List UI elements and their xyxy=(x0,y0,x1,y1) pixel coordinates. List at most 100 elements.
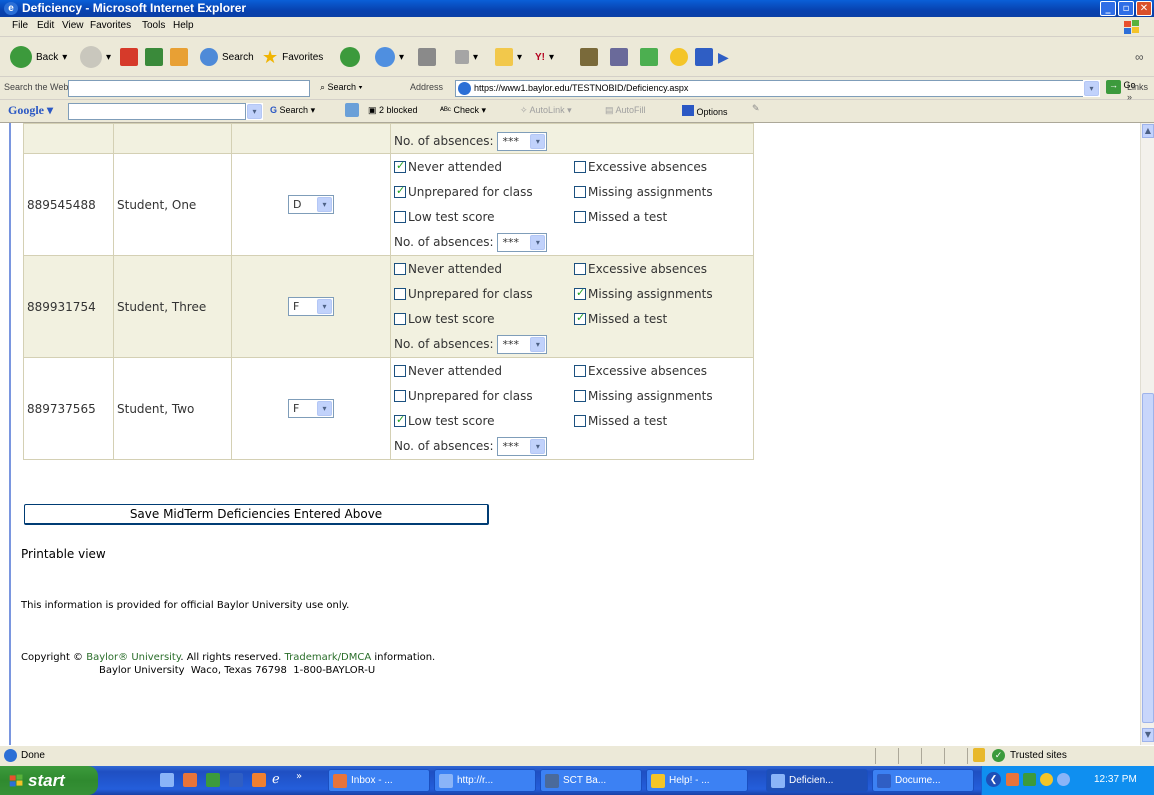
research-button[interactable] xyxy=(580,45,598,69)
quicklaunch-icon[interactable] xyxy=(229,773,243,787)
people-button[interactable] xyxy=(640,45,658,69)
google-logo[interactable]: Google ▾ xyxy=(8,103,53,118)
google-search-input[interactable] xyxy=(68,103,246,120)
option-missed-test[interactable]: Missed a test xyxy=(574,205,744,230)
option-excessive-absences[interactable]: Excessive absences xyxy=(574,359,744,384)
back-button[interactable]: Back ▾ xyxy=(10,45,67,69)
google-search-button[interactable]: G Search ▾ xyxy=(270,105,315,116)
option-never-attended[interactable]: Never attended xyxy=(394,359,574,384)
checkbox[interactable] xyxy=(574,185,586,198)
checkbox[interactable] xyxy=(574,414,586,427)
checkbox[interactable] xyxy=(394,389,406,402)
menu-tools[interactable]: Tools xyxy=(142,20,165,31)
option-missing-assignments[interactable]: Missing assignments xyxy=(574,282,744,307)
folder-button[interactable]: ▾ xyxy=(495,45,522,69)
scroll-up-button[interactable]: ▲ xyxy=(1142,124,1154,138)
home-button[interactable] xyxy=(170,45,188,69)
toolbar-extra-button[interactable]: ∞ xyxy=(1135,45,1144,69)
tray-icon[interactable] xyxy=(1040,773,1053,786)
task-help[interactable]: Help! - ... xyxy=(646,769,748,792)
absences-select[interactable]: *** ▾ xyxy=(497,232,548,252)
print-button[interactable] xyxy=(418,45,436,69)
links-button[interactable]: Links » xyxy=(1127,82,1154,102)
checkbox[interactable] xyxy=(394,312,406,325)
messenger-button[interactable] xyxy=(610,45,628,69)
mail-button[interactable]: ▾ xyxy=(375,45,404,69)
tray-collapse-icon[interactable]: ❮ xyxy=(986,772,1001,787)
quicklaunch-icon[interactable] xyxy=(252,773,266,787)
options-button[interactable]: Options xyxy=(682,105,728,117)
search-web-input[interactable] xyxy=(68,80,310,97)
option-unprepared[interactable]: Unprepared for class xyxy=(394,384,574,409)
option-low-test-score[interactable]: Low test score xyxy=(394,307,574,332)
task-sct[interactable]: SCT Ba... xyxy=(540,769,642,792)
ie-quicklaunch-icon[interactable]: ℯ xyxy=(272,772,280,787)
smiley-button[interactable] xyxy=(670,45,688,69)
quicklaunch-icon[interactable] xyxy=(183,773,197,787)
menu-help[interactable]: Help xyxy=(173,20,194,31)
absences-select[interactable]: *** ▾ xyxy=(497,334,548,354)
checkbox[interactable] xyxy=(394,210,406,223)
task-document[interactable]: Docume... xyxy=(872,769,974,792)
option-missed-test[interactable]: Missed a test xyxy=(574,307,744,332)
checkbox[interactable] xyxy=(574,311,586,325)
minimize-button[interactable]: _ xyxy=(1100,1,1116,16)
option-missing-assignments[interactable]: Missing assignments xyxy=(574,384,744,409)
absences-select[interactable]: *** ▾ xyxy=(497,436,548,456)
spell-check-button[interactable]: ᴬᴮᶜ Check ▾ xyxy=(440,105,486,116)
scroll-down-button[interactable]: ▼ xyxy=(1142,728,1154,742)
tray-icon[interactable] xyxy=(1023,773,1036,786)
grade-select[interactable]: D ▾ xyxy=(288,195,334,214)
checkbox[interactable] xyxy=(394,413,406,427)
option-low-test-score[interactable]: Low test score xyxy=(394,205,574,230)
pagerank-icon[interactable] xyxy=(345,103,359,117)
quicklaunch-icon[interactable] xyxy=(206,773,220,787)
menu-edit[interactable]: Edit xyxy=(37,20,54,31)
checkbox[interactable] xyxy=(394,287,406,300)
option-missed-test[interactable]: Missed a test xyxy=(574,409,744,434)
checkbox[interactable] xyxy=(574,210,586,223)
maximize-button[interactable]: ▫ xyxy=(1118,1,1134,16)
address-input[interactable]: https://www1.baylor.edu/TESTNOBID/Defici… xyxy=(455,80,1100,97)
checkbox[interactable] xyxy=(574,389,586,402)
search-button[interactable]: Search xyxy=(200,45,254,69)
pencil-icon[interactable]: ✎ xyxy=(752,103,760,114)
option-never-attended[interactable]: Never attended xyxy=(394,257,574,282)
option-unprepared[interactable]: Unprepared for class xyxy=(394,180,574,205)
refresh-button[interactable] xyxy=(145,45,163,69)
option-excessive-absences[interactable]: Excessive absences xyxy=(574,257,744,282)
grade-select[interactable]: F ▾ xyxy=(288,399,334,418)
trademark-link[interactable]: Trademark/DMCA xyxy=(284,652,371,663)
option-low-test-score[interactable]: Low test score xyxy=(394,409,574,434)
address-dropdown[interactable]: ▾ xyxy=(1083,80,1100,97)
stop-button[interactable] xyxy=(120,45,138,69)
search-web-button[interactable]: ⌕ Search ▾ xyxy=(320,82,362,93)
checkbox[interactable] xyxy=(394,262,406,275)
checkbox[interactable] xyxy=(574,364,586,377)
absences-select[interactable]: *** ▾ xyxy=(497,132,548,151)
forward-button[interactable]: ▾ xyxy=(80,45,111,69)
task-deficiency[interactable]: Deficien... xyxy=(766,769,868,792)
checkbox[interactable] xyxy=(394,184,406,198)
menu-file[interactable]: File xyxy=(12,20,28,31)
tray-icon[interactable] xyxy=(1006,773,1019,786)
checkbox[interactable] xyxy=(574,160,586,173)
scroll-thumb[interactable] xyxy=(1142,393,1154,723)
option-missing-assignments[interactable]: Missing assignments xyxy=(574,180,744,205)
media-button[interactable] xyxy=(695,45,713,69)
printable-view-link[interactable]: Printable view xyxy=(21,547,106,561)
play-button[interactable]: ▶ xyxy=(718,45,729,69)
option-excessive-absences[interactable]: Excessive absences xyxy=(574,155,744,180)
vertical-scrollbar[interactable]: ▲ ▼ xyxy=(1140,123,1154,745)
tray-icon[interactable] xyxy=(1057,773,1070,786)
quicklaunch-more-icon[interactable]: » xyxy=(296,771,302,782)
autofill-button[interactable]: ▤ AutoFill xyxy=(605,105,646,116)
yahoo-button[interactable]: Y! ▾ xyxy=(535,45,554,69)
google-dropdown[interactable]: ▾ xyxy=(246,103,263,120)
checkbox[interactable] xyxy=(394,364,406,377)
start-button[interactable]: start xyxy=(0,766,98,795)
favorites-button[interactable]: ★ Favorites xyxy=(262,45,323,69)
history-button[interactable] xyxy=(340,45,360,69)
popup-blocker-button[interactable]: ▣ 2 blocked xyxy=(368,105,418,116)
menu-favorites[interactable]: Favorites xyxy=(90,20,131,31)
